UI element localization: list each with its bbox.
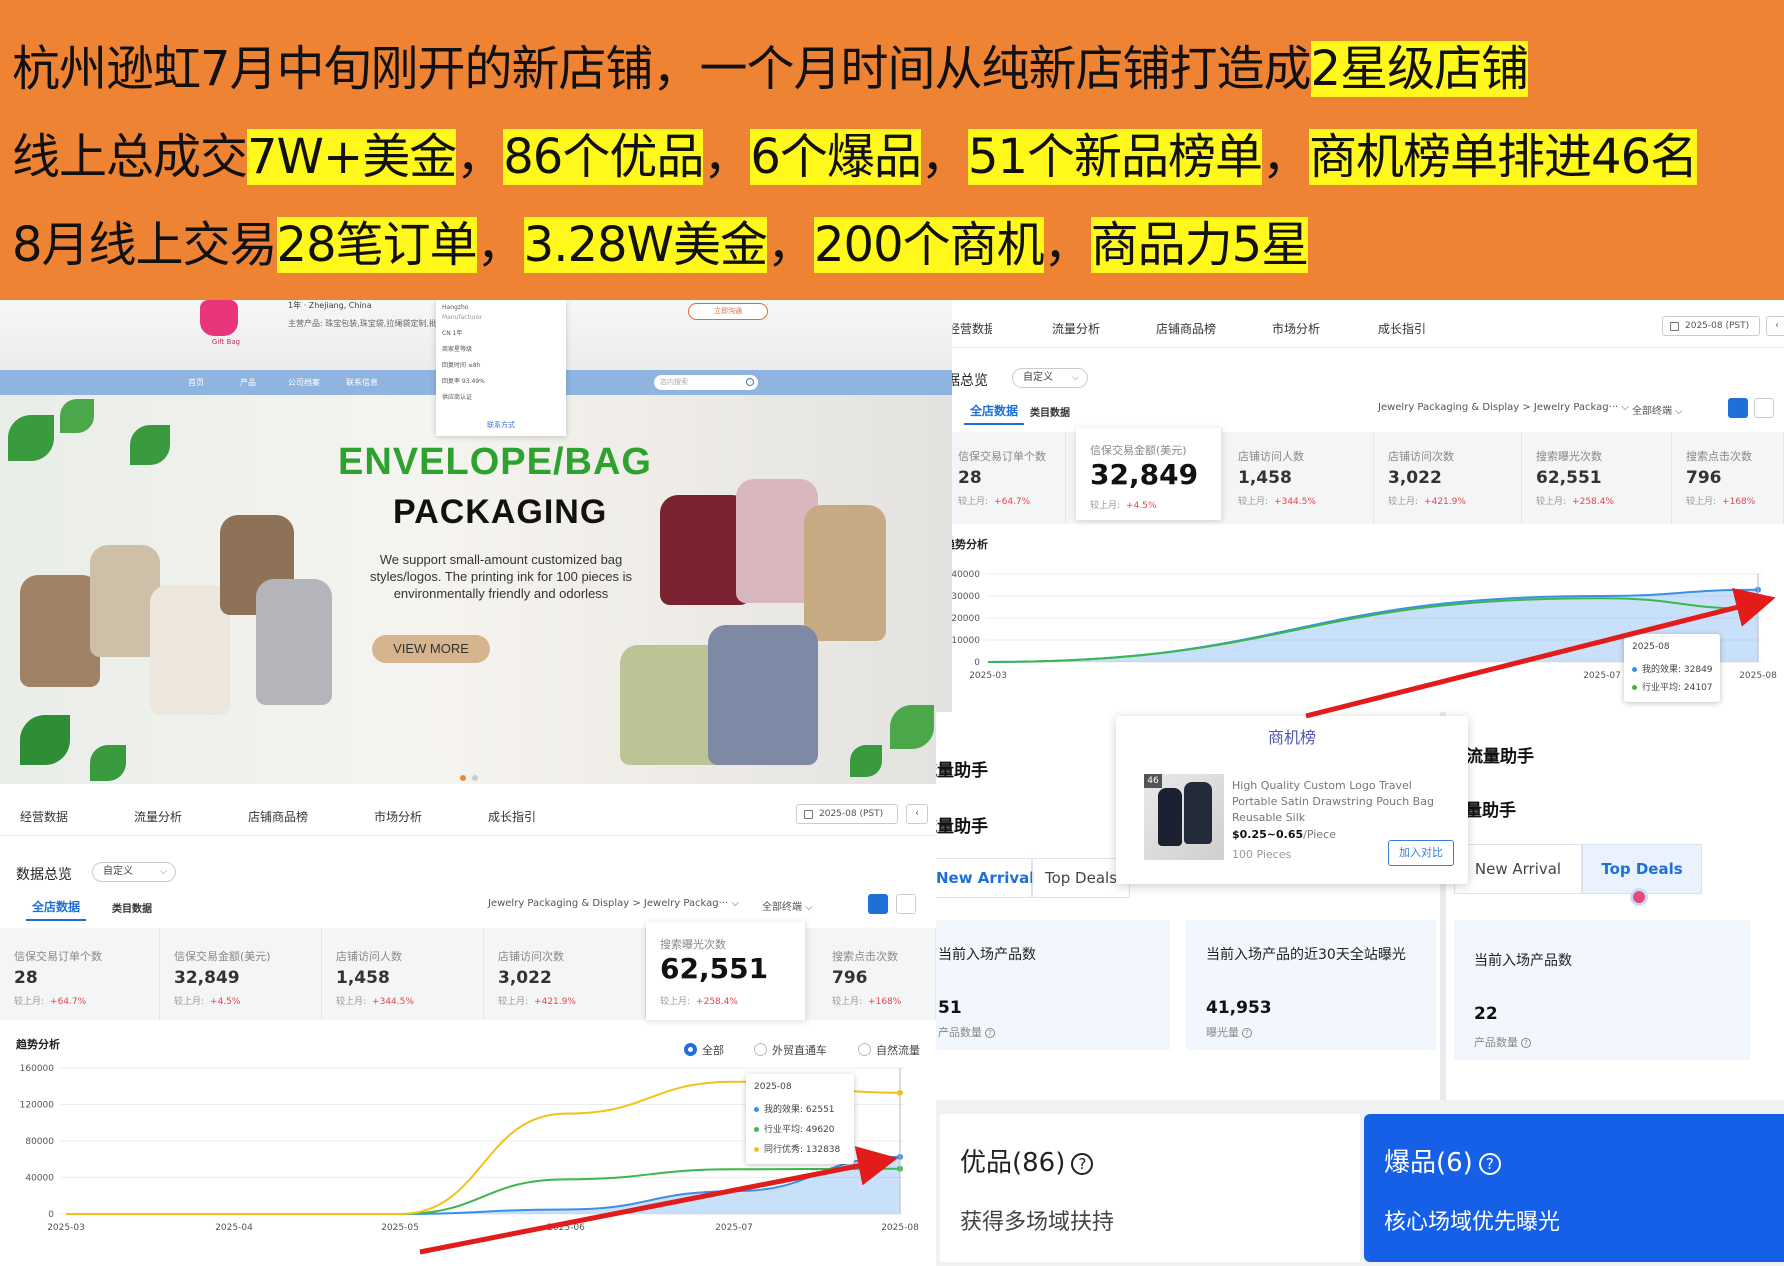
red-arrow — [1305, 587, 1776, 719]
red-arrow — [419, 1146, 898, 1255]
annotation-arrows — [419, 587, 1776, 1255]
